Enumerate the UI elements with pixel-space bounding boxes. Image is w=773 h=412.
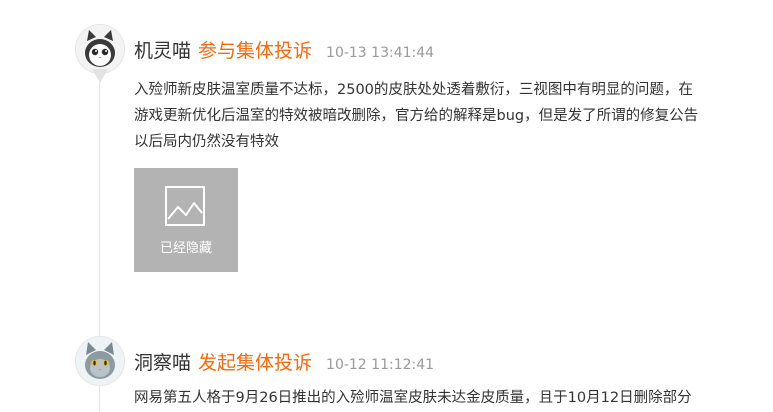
image-icon <box>165 186 205 226</box>
timestamp: 10-13 13:41:44 <box>326 45 435 61</box>
hidden-image-thumbnail[interactable]: 已经隐藏 <box>134 168 238 272</box>
avatar[interactable] <box>75 336 125 386</box>
comment-text-line: 入殓师新皮肤温室质量不达标，2500的皮肤处处透着敷衍，三视图中有明显的问题，在 <box>134 82 693 98</box>
hidden-label: 已经隐藏 <box>159 241 212 256</box>
complaint-action-link[interactable]: 发起集体投诉 <box>198 348 312 375</box>
timestamp: 10-12 11:12:41 <box>326 357 435 373</box>
user-nickname[interactable]: 机灵喵 <box>134 36 191 63</box>
complaint-action-link[interactable]: 参与集体投诉 <box>198 36 312 63</box>
avatar[interactable] <box>75 24 125 83</box>
comment-text-line: 游戏更新优化后温室的特效被暗改删除，官方给的解释是bug，但是发了所谓的修复公告 <box>134 108 699 124</box>
white-cat-avatar-icon <box>75 24 125 74</box>
comment-body: 入殓师新皮肤温室质量不达标，2500的皮肤处处透着敷衍，三视图中有明显的问题，在… <box>134 77 734 155</box>
avatar-pointer <box>92 69 108 83</box>
comment-header: 机灵喵 参与集体投诉 10-13 13:41:44 <box>134 36 434 63</box>
comment-body: 网易第五人格于9月26日推出的入殓师温室皮肤未达金皮质量，且于10月12日删除部… <box>134 385 734 411</box>
user-nickname[interactable]: 洞察喵 <box>134 348 191 375</box>
gray-cat-avatar-icon <box>75 336 125 386</box>
comment-text-line: 网易第五人格于9月26日推出的入殓师温室皮肤未达金皮质量，且于10月12日删除部… <box>134 390 692 406</box>
comment-header: 洞察喵 发起集体投诉 10-12 11:12:41 <box>134 348 434 375</box>
comment-text-line: 以后局内仍然没有特效 <box>134 134 279 150</box>
